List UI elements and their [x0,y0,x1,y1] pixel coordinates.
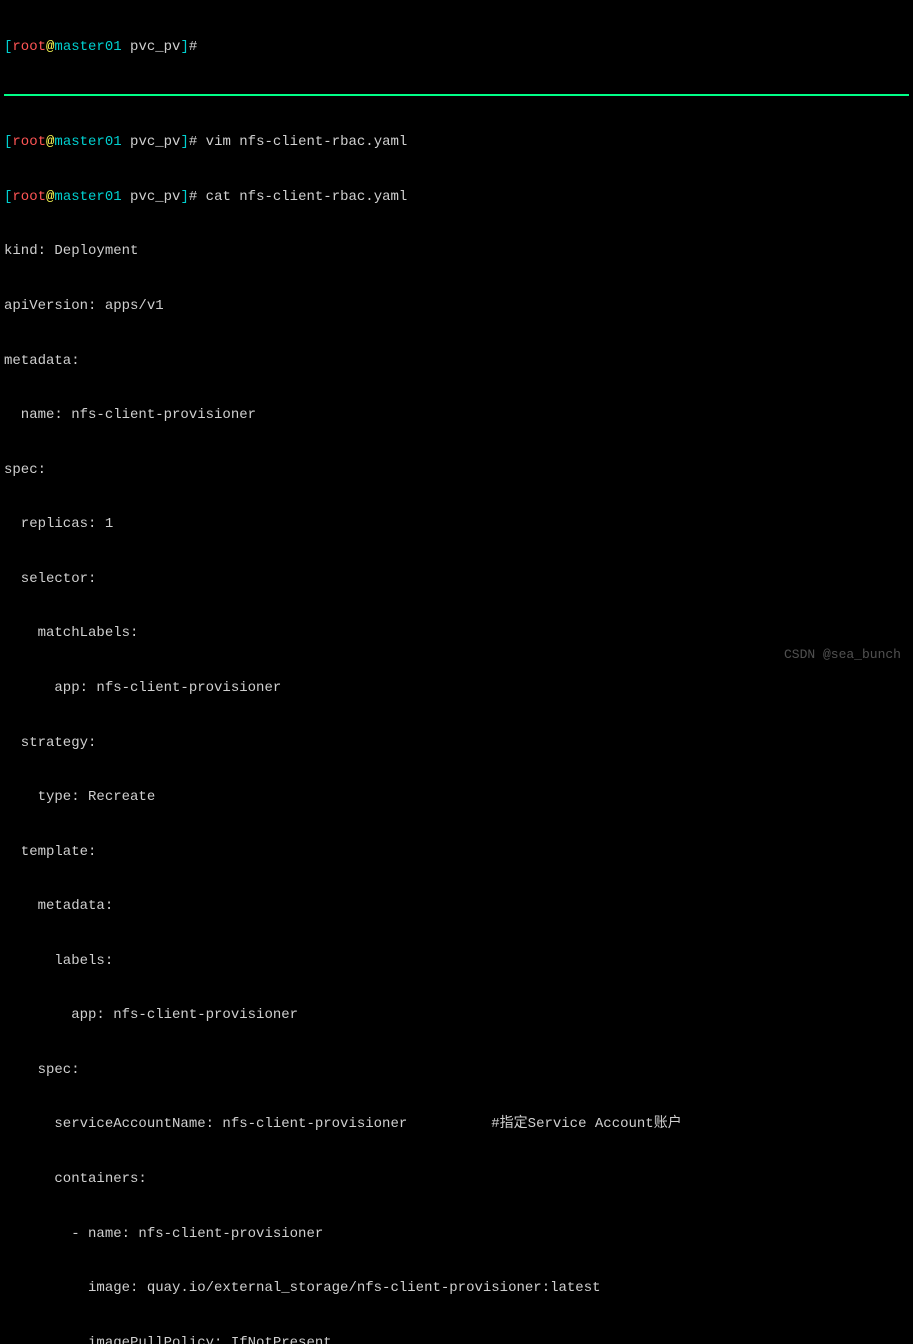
prompt-hash: # [189,39,197,55]
command-cat: cat nfs-client-rbac.yaml [197,189,407,205]
yaml-line: type: Recreate [4,788,909,806]
separator-line [4,94,909,96]
yaml-line: metadata: [4,352,909,370]
yaml-line: kind: Deployment [4,242,909,260]
yaml-line: spec: [4,1061,909,1079]
yaml-line: labels: [4,952,909,970]
yaml-line: containers: [4,1170,909,1188]
yaml-line: imagePullPolicy: IfNotPresent [4,1334,909,1344]
yaml-line: strategy: [4,734,909,752]
yaml-line: matchLabels: [4,624,909,642]
bracket-close: ] [180,39,188,55]
yaml-line: apiVersion: apps/v1 [4,297,909,315]
terminal-window[interactable]: [root@master01 pvc_pv]# [root@master01 p… [0,0,913,1344]
prompt-path: pvc_pv [122,39,181,55]
yaml-line: metadata: [4,897,909,915]
yaml-line: name: nfs-client-provisioner [4,406,909,424]
command-vim: vim nfs-client-rbac.yaml [197,134,407,150]
yaml-line: template: [4,843,909,861]
yaml-line: app: nfs-client-provisioner [4,679,909,697]
yaml-line: app: nfs-client-provisioner [4,1006,909,1024]
yaml-line: replicas: 1 [4,515,909,533]
yaml-line: serviceAccountName: nfs-client-provision… [4,1115,909,1133]
yaml-line: image: quay.io/external_storage/nfs-clie… [4,1279,909,1297]
yaml-line: spec: [4,461,909,479]
watermark-text: CSDN @sea_bunch [784,647,901,664]
prompt-host: master01 [54,39,121,55]
yaml-line: - name: nfs-client-provisioner [4,1225,909,1243]
prompt-line-empty: [root@master01 pvc_pv]# [4,38,909,56]
prompt-line-cat: [root@master01 pvc_pv]# cat nfs-client-r… [4,188,909,206]
yaml-line: selector: [4,570,909,588]
prompt-user: root [12,39,46,55]
prompt-line-vim: [root@master01 pvc_pv]# vim nfs-client-r… [4,133,909,151]
